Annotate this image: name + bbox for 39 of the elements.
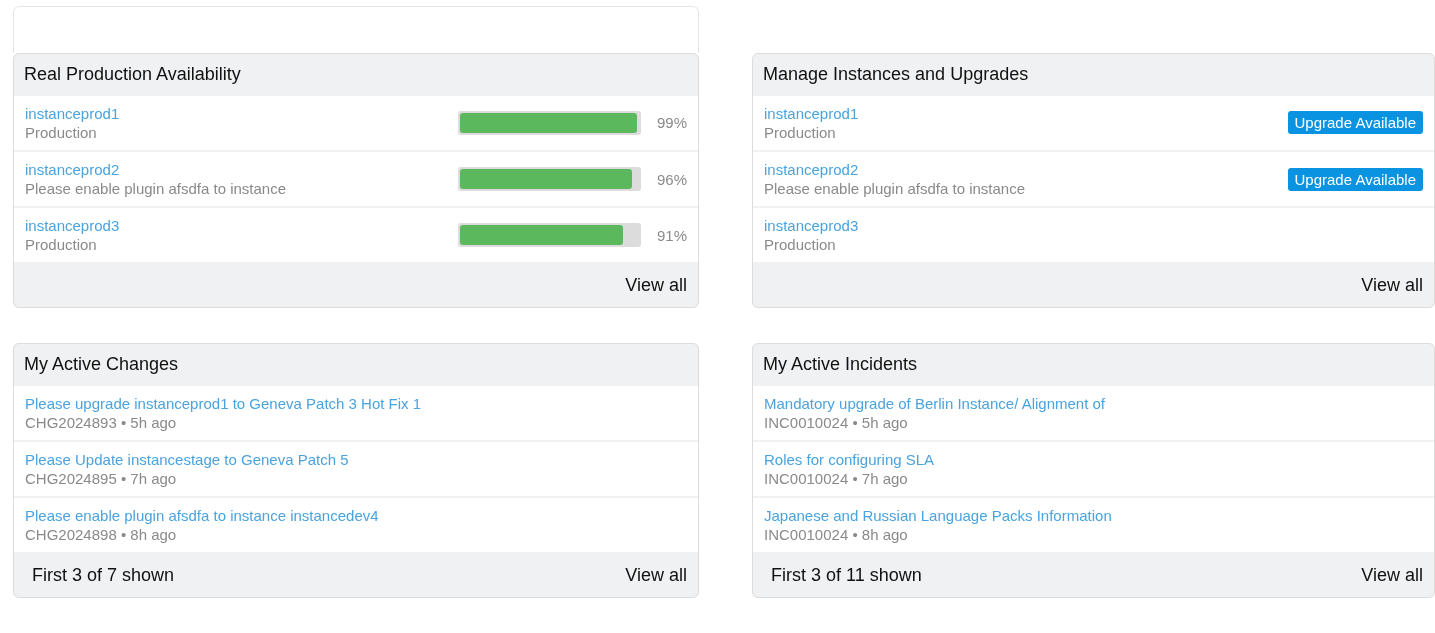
upgrade-badge: Upgrade Available [1287,167,1423,191]
item-link[interactable]: Japanese and Russian Language Packs Information [764,507,1112,525]
item-link[interactable]: Roles for configuring SLA [764,451,935,469]
item-link[interactable]: instanceprod1 [764,104,859,122]
availability-percent: 96% [655,170,687,188]
item-detail: CHG2024893 • 5h ago [25,413,177,431]
upgrade-badge: Upgrade Available [1287,111,1423,135]
item-detail: Production [25,236,97,254]
item-detail: CHG2024895 • 7h ago [25,470,177,488]
item-detail: INC0010024 • 7h ago [764,470,908,488]
item-detail: Production [25,123,97,141]
item-link[interactable]: Please enable plugin afsdfa to instance instancedev4 [25,507,379,525]
item-detail: INC0010024 • 8h ago [764,526,908,544]
view-all-link[interactable]: View all [1361,275,1423,297]
item-detail: INC0010024 • 5h ago [764,413,908,431]
panel-title: Real Production Availability [23,63,242,87]
panel-title: Manage Instances and Upgrades [762,63,1030,87]
item-link[interactable]: instanceprod3 [25,217,120,235]
item-detail: CHG2024898 • 8h ago [25,526,177,544]
view-all-link[interactable]: View all [625,565,687,587]
item-detail: Production [764,123,836,141]
panel-title: My Active Changes [23,353,180,377]
item-detail: Please enable plugin afsdfa to instance [25,180,287,198]
item-detail: Please enable plugin afsdfa to instance [764,180,1026,198]
item-link[interactable]: instanceprod1 [25,104,120,122]
item-link[interactable]: instanceprod2 [25,161,120,179]
item-link[interactable]: Mandatory upgrade of Berlin Instance/ Alignment of [764,394,1106,412]
item-link[interactable]: Please upgrade instanceprod1 to Geneva Patch 3 Hot Fix 1 [25,394,422,412]
view-all-link[interactable]: View all [625,275,687,297]
shown-count: First 3 of 11 shown [771,565,922,587]
view-all-link[interactable]: View all [1361,565,1423,587]
item-link[interactable]: instanceprod2 [764,161,859,179]
item-link[interactable]: instanceprod3 [764,217,859,235]
panel-title: My Active Incidents [762,353,919,377]
availability-percent: 91% [655,226,687,244]
item-link[interactable]: Please Update instancestage to Geneva Patch 5 [25,451,349,469]
item-detail: Production [764,236,836,254]
shown-count: First 3 of 7 shown [32,565,175,587]
availability-percent: 99% [655,114,687,132]
